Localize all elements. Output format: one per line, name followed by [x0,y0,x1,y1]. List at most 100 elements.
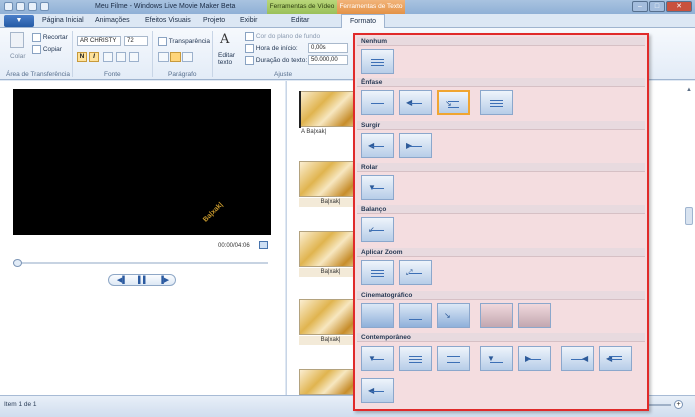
divider [212,31,213,77]
effect-thumbnail[interactable] [399,346,432,371]
tab-project[interactable]: Projeto [203,17,225,24]
divider [72,31,73,77]
ribbon-tabs: ▼ Página Inicial Animações Efeitos Visua… [0,14,695,29]
gallery-section-header: Nenhum [357,37,645,46]
arrow-right-icon: ↘ [444,311,451,320]
start-time-label: Hora de início: [245,44,298,53]
tab-edit[interactable]: Editar [291,17,309,24]
cut-label: Recortar [42,34,68,42]
minimize-button[interactable]: – [632,1,648,12]
effect-thumbnail[interactable] [361,49,394,74]
shrink-font-icon[interactable] [129,52,139,62]
transparency-label: Transparência [168,38,211,46]
effect-thumbnail[interactable]: ▶ [399,133,432,158]
transparency-button[interactable]: Transparência [158,37,210,46]
effect-thumbnail[interactable] [480,90,513,115]
duration-field[interactable]: 50.000,00 [308,55,348,65]
align-right-button[interactable] [182,52,193,62]
duration-label-text: Duração do texto: [255,57,308,65]
effect-thumbnail[interactable]: ▼ [480,346,513,371]
effect-thumbnail[interactable] [518,303,551,328]
gallery-section-header: Aplicar Zoom [357,248,645,257]
effect-thumbnail[interactable] [361,260,394,285]
font-group-label: Fonte [104,71,121,78]
paste-button[interactable]: Colar [10,53,26,60]
font-color-icon[interactable] [103,52,113,62]
start-time-field[interactable]: 0,00s [308,43,348,53]
edit-text-icon: A [220,32,230,47]
copy-button[interactable]: Copiar [32,45,62,54]
grow-font-icon[interactable] [116,52,126,62]
bold-button[interactable]: N [77,52,87,62]
paragraph-group-label: Parágrafo [168,71,197,78]
gallery-section-header: Cinematográfico [357,291,645,300]
effect-thumbnail[interactable]: ↘ [437,303,470,328]
effect-thumbnail[interactable]: ⤢ [399,260,432,285]
scroll-up-icon[interactable]: ▲ [685,87,693,95]
previous-frame-button[interactable]: ◀▌ [112,276,132,285]
maximize-button[interactable]: □ [649,1,665,12]
tab-home[interactable]: Página Inicial [42,17,84,24]
duration-icon [245,56,254,65]
save-icon[interactable] [4,2,13,11]
seek-bar[interactable] [13,262,268,264]
tab-animations[interactable]: Animações [95,17,130,24]
file-menu-button[interactable]: ▼ [4,15,34,27]
effect-thumbnail[interactable]: ↙ [361,217,394,242]
storyboard-scrollbar[interactable]: ▲ [685,87,693,387]
edit-text-button[interactable]: Editar texto [218,52,240,66]
effect-thumbnail[interactable] [361,303,394,328]
video-preview[interactable]: Ba|xak| [13,89,271,235]
play-pause-button[interactable]: ▌▌ [133,276,153,285]
adjust-group-label: Ajuste [274,71,293,78]
effect-thumbnail[interactable]: ◀ [361,133,394,158]
align-center-button[interactable] [170,52,181,62]
copy-icon [32,45,41,54]
effect-thumbnail[interactable] [399,303,432,328]
seek-thumb[interactable] [13,259,22,267]
gallery-section-header: Ênfase [357,78,645,87]
effect-thumbnail[interactable]: ▶ [518,346,551,371]
paint-bucket-icon [245,32,254,41]
effect-thumbnail-selected[interactable]: ↘ [437,90,470,115]
effect-thumbnail[interactable] [361,90,394,115]
effect-thumbnail[interactable]: ◀ [561,346,594,371]
effect-thumbnail[interactable] [437,346,470,371]
effect-thumbnail[interactable] [480,303,513,328]
tab-view[interactable]: Exibir [240,17,258,24]
fullscreen-icon[interactable] [259,241,268,249]
customize-icon[interactable] [40,2,49,11]
effect-thumbnail[interactable]: ◀ [361,378,394,403]
next-frame-button[interactable]: ▐▶ [154,276,174,285]
transparency-icon [158,37,167,46]
font-size-select[interactable]: 72 [124,36,148,46]
preview-pane: Ba|xak| 00:00/04:06 ◀▌ ▌▌ ▐▶ [0,81,285,395]
timecode: 00:00/04:06 [218,243,250,249]
tab-visual-effects[interactable]: Efeitos Visuais [145,17,191,24]
copy-label: Copiar [42,46,62,54]
effect-thumbnail[interactable]: ▼ [361,346,394,371]
italic-button[interactable]: I [89,52,99,62]
align-left-button[interactable] [158,52,169,62]
gallery-section-header: Surgir [357,121,645,130]
start-time-label-text: Hora de início: [255,45,298,53]
title-bar: Meu Filme - Windows Live Movie Maker Bet… [0,0,695,14]
redo-icon[interactable] [28,2,37,11]
font-family-select[interactable]: AR CHRISTY [77,36,121,46]
gallery-section-header: Contemporâneo [357,333,645,342]
effect-thumbnail[interactable]: ▼ [361,175,394,200]
cut-button[interactable]: Recortar [32,33,68,42]
clock-icon [245,44,254,53]
contextual-video-tools: Ferramentas de Vídeo [267,0,337,14]
paste-icon [10,32,24,48]
tab-format[interactable]: Formato [341,14,386,29]
scroll-thumb[interactable] [685,207,693,225]
effect-thumbnail[interactable]: ◀ [399,90,432,115]
close-button[interactable]: ✕ [666,1,692,12]
clipboard-group-label: Área de Transferência [6,71,70,78]
zoom-in-button[interactable]: + [674,400,683,409]
effect-thumbnail[interactable]: ◀ [599,346,632,371]
divider [152,31,153,77]
undo-icon[interactable] [16,2,25,11]
background-color-button[interactable]: Cor do plano de fundo [245,32,320,41]
